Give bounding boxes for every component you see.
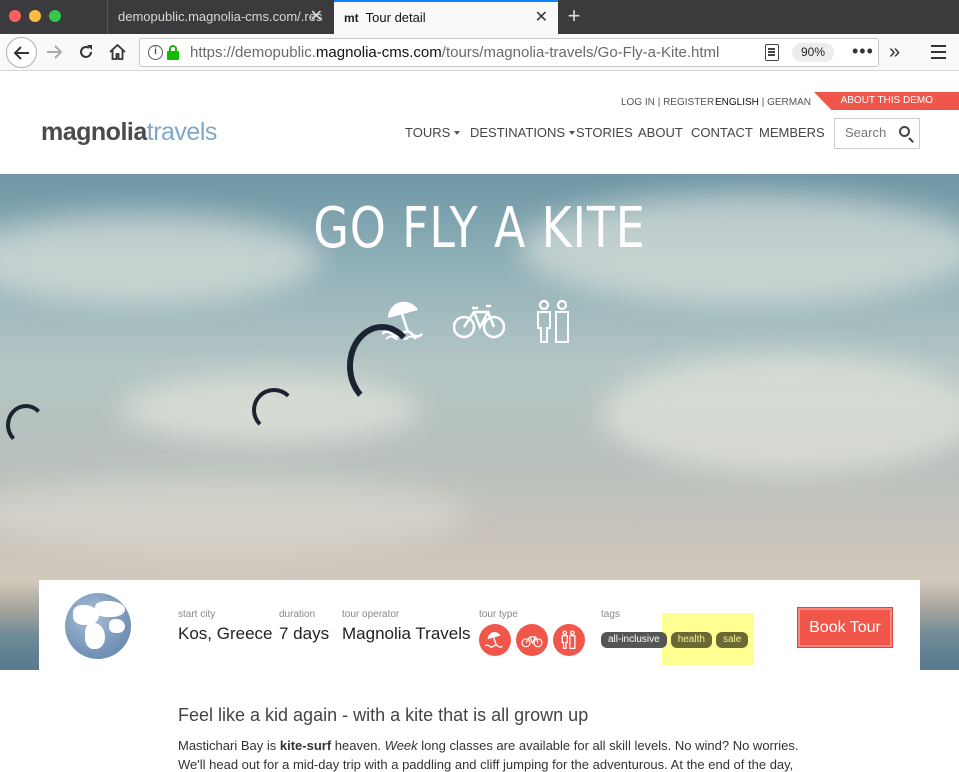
back-button[interactable] [6,37,37,68]
search-icon[interactable] [899,126,910,137]
minimize-window-button[interactable] [29,10,41,22]
back-icon [13,46,29,60]
browser-tab-bar: demopublic.magnolia-cms.com/.res ✕ mt Tou… [0,0,959,34]
tour-info-card: start city Kos, Greece duration 7 days t… [39,580,920,670]
home-button[interactable] [103,38,131,66]
address-bar[interactable]: i https://demopublic.magnolia-cms.com/to… [139,38,879,67]
home-icon [108,43,126,60]
close-tab-icon[interactable]: ✕ [310,0,323,34]
site-header: LOG IN | REGISTER ENGLISH | GERMAN ABOUT… [0,92,959,174]
kite-image [347,324,417,408]
forward-button[interactable] [40,38,68,66]
content-paragraph: Mastichari Bay is kite-surf heaven. Week… [178,738,799,753]
account-links: LOG IN | REGISTER [621,97,715,108]
browser-tab-active[interactable]: mt Tour detail ✕ [334,0,558,34]
forward-icon [47,45,63,59]
tag-all-inclusive[interactable]: all-inclusive [601,632,667,648]
globe-icon [65,593,131,659]
start-city-label: start city [178,609,216,620]
register-link[interactable]: REGISTER [663,97,714,108]
content-paragraph-line-2: We'll head out for a mid-day trip with a… [178,757,794,772]
close-window-button[interactable] [9,10,21,22]
menu-icon[interactable] [931,45,946,59]
reload-icon [80,45,92,58]
tags: tags [601,609,620,620]
family-icon[interactable] [553,624,585,656]
tag-health[interactable]: health [670,632,712,648]
login-link[interactable]: LOG IN [621,97,655,108]
info-icon[interactable]: i [148,45,163,60]
reader-icon[interactable] [765,44,779,61]
nav-members[interactable]: MEMBERS [759,125,825,140]
book-tour-button[interactable]: Book Tour [797,607,893,648]
tour-type-label: tour type [479,609,518,620]
bicycle-icon[interactable] [516,624,548,656]
browser-tab-1[interactable]: demopublic.magnolia-cms.com/.res ✕ [107,0,333,34]
tour-type: tour type [479,609,585,656]
content-heading: Feel like a kid again - with a kite that… [178,705,589,725]
tag-sale[interactable]: sale [715,632,749,648]
nav-stories[interactable]: STORIES [576,125,633,140]
search-input[interactable] [845,125,900,140]
browser-nav-bar: i https://demopublic.magnolia-cms.com/to… [0,34,959,71]
operator-label: tour operator [342,609,400,620]
hero-title: GO FLY A KITE [313,196,646,261]
site-logo[interactable]: magnoliatravels [41,118,217,147]
duration: duration 7 days [279,609,329,644]
caret-down-icon [569,131,576,135]
favicon-icon: mt [344,11,359,25]
bicycle-icon [452,300,506,345]
site-search [834,118,920,149]
family-icon [535,299,573,349]
overflow-icon[interactable]: » [889,38,900,66]
tag-list: all-inclusive health sale [601,632,749,648]
kite-image [252,388,296,432]
maximize-window-button[interactable] [49,10,61,22]
tab-title: demopublic.magnolia-cms.com/.res [118,9,323,24]
new-tab-button[interactable]: + [563,0,585,34]
operator-value: Magnolia Travels [342,624,471,643]
kite-image [6,404,46,446]
start-city: start city Kos, Greece [178,609,273,644]
duration-value: 7 days [279,624,330,643]
tab-title: Tour detail [365,10,426,25]
lock-icon [167,45,179,60]
caret-down-icon [454,131,461,135]
nav-tours[interactable]: TOURS [405,125,461,140]
beach-surf-icon[interactable] [479,624,511,656]
reload-button[interactable] [72,38,100,66]
url-text[interactable]: https://demopublic.magnolia-cms.com/tour… [190,39,719,66]
start-city-value: Kos, Greece [178,624,273,643]
tags-label: tags [601,609,620,620]
zoom-level[interactable]: 90% [792,43,834,62]
duration-label: duration [279,609,316,620]
close-tab-icon[interactable]: ✕ [535,2,548,33]
nav-contact[interactable]: CONTACT [691,125,753,140]
language-switch: ENGLISH | GERMAN [715,97,811,108]
lang-english-link[interactable]: ENGLISH [715,97,759,108]
more-icon[interactable]: ••• [852,39,874,64]
about-demo-ribbon[interactable]: ABOUT THIS DEMO [814,92,959,110]
lang-german-link[interactable]: GERMAN [767,97,811,108]
nav-destinations[interactable]: DESTINATIONS [470,125,576,140]
nav-about[interactable]: ABOUT [638,125,683,140]
tour-operator: tour operator Magnolia Travels [342,609,471,644]
